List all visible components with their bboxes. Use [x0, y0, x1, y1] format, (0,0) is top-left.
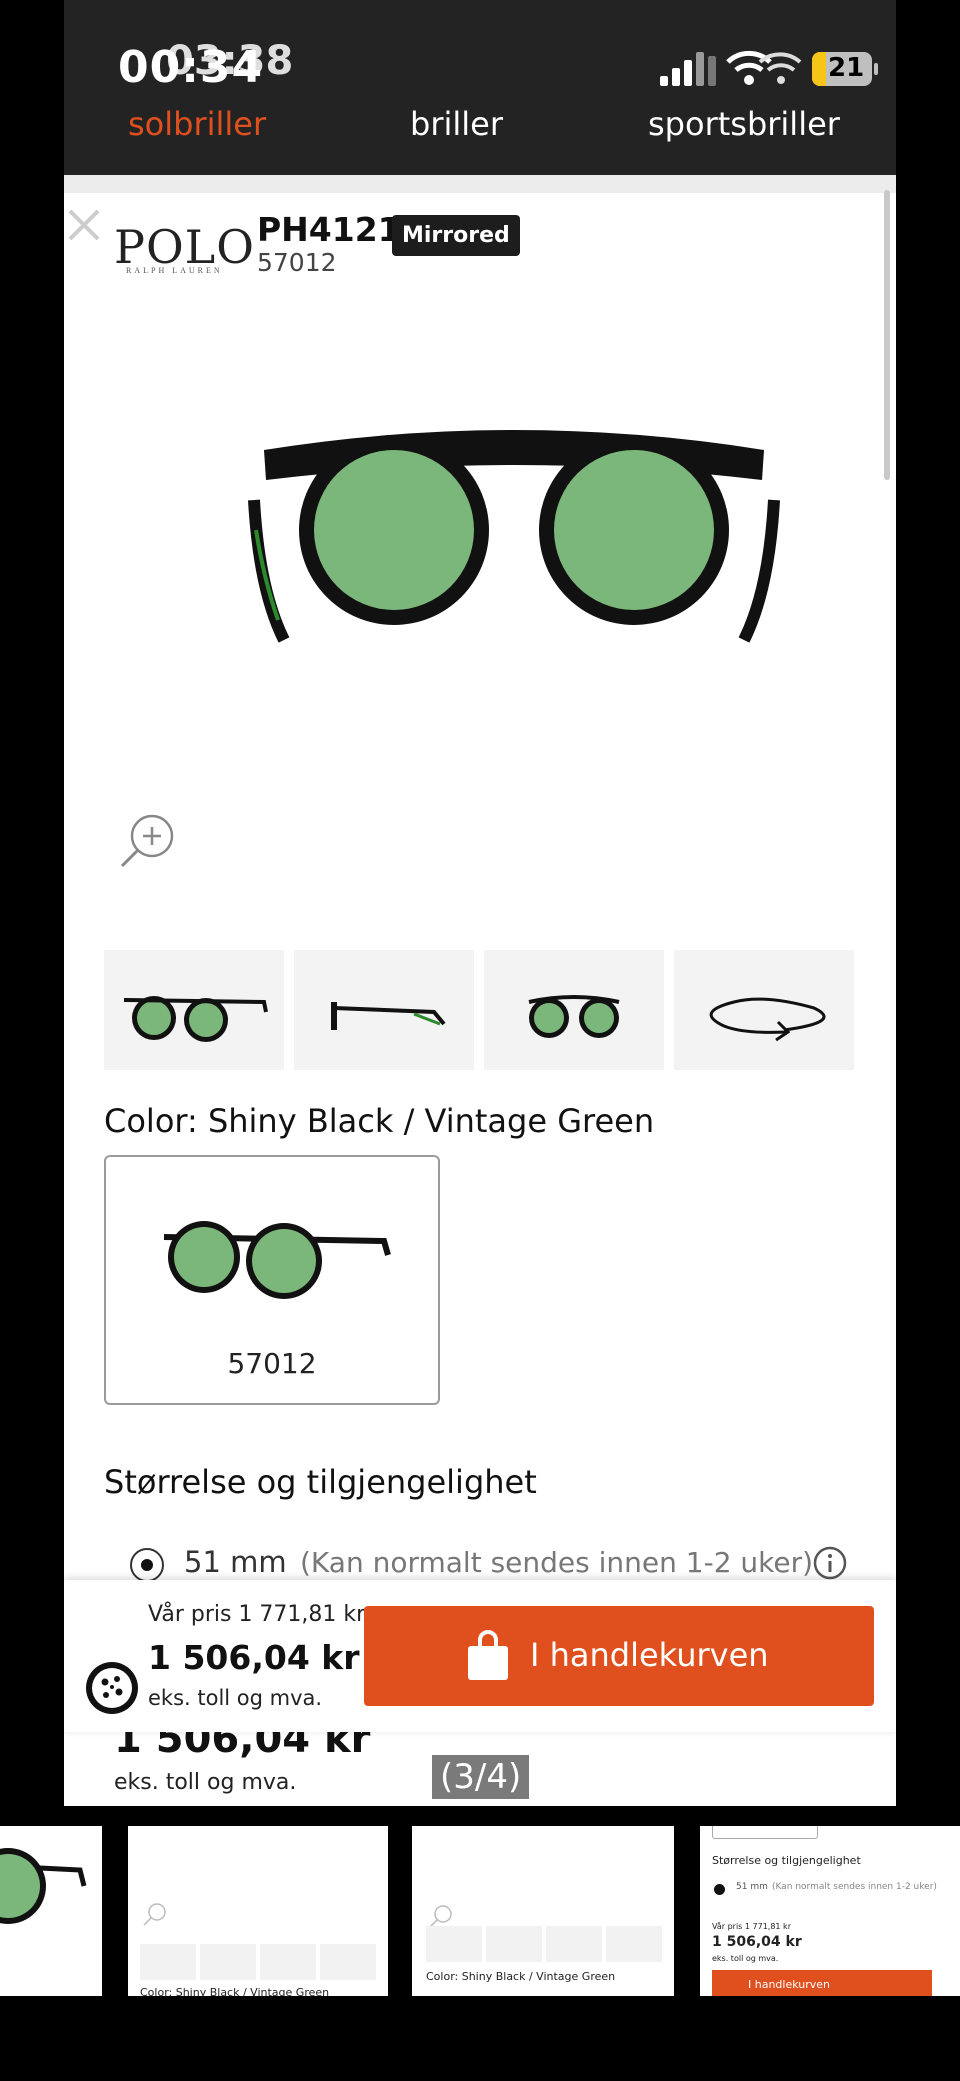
- glasses-front-icon: [528, 995, 620, 1038]
- add-to-cart-label: I handlekurven: [530, 1636, 769, 1674]
- thumbnail-side[interactable]: [294, 950, 474, 1070]
- image-counter: (3/4): [432, 1755, 530, 1799]
- battery-indicator: 21: [812, 52, 872, 86]
- thumbnail-360[interactable]: [674, 950, 854, 1070]
- thumbnail-front-angle[interactable]: [104, 950, 284, 1070]
- rotate-360-icon: [709, 997, 826, 1042]
- tab-solbriller[interactable]: solbriller: [128, 105, 266, 143]
- size-radio[interactable]: [130, 1548, 164, 1582]
- cookie-icon[interactable]: [86, 1662, 138, 1714]
- preview-price: 1 506,04 kr: [712, 1934, 802, 1950]
- status-bar: 00:34 03:38 21 solbriller briller sports…: [64, 0, 896, 175]
- battery-tip: [874, 63, 878, 75]
- preview-thumb-1[interactable]: [0, 1826, 102, 1996]
- signal-icon: [660, 52, 716, 86]
- preview-our-price: Vår pris 1 771,81 kr: [712, 1922, 791, 1931]
- preview-zoom-icon: [143, 1903, 166, 1926]
- preview-glasses-icon: [0, 1848, 87, 1924]
- product-code: 57012: [257, 248, 337, 277]
- size-heading: Størrelse og tilgjengelighet: [104, 1463, 537, 1501]
- sale-price: 1 506,04 kr: [148, 1638, 360, 1677]
- preview-size-heading: Størrelse og tilgjengelighet: [712, 1854, 861, 1867]
- preview-cart-button: I handlekurven: [712, 1970, 932, 1996]
- glasses-side-icon: [331, 1002, 446, 1030]
- preview-thumb-4[interactable]: Størrelse og tilgjengelighet 51 mm (Kan …: [700, 1826, 960, 1996]
- tab-briller[interactable]: briller: [410, 105, 503, 143]
- preview-color-label: Color: Shiny Black / Vintage Green: [140, 1986, 330, 1996]
- status-time-overlay: 03:38: [166, 38, 294, 84]
- availability-note: (Kan normalt sendes innen 1-2 uker): [300, 1546, 814, 1579]
- price-note: eks. toll og mva.: [148, 1686, 323, 1710]
- info-icon[interactable]: [812, 1545, 848, 1581]
- preview-thumb-3[interactable]: Color: Shiny Black / Vintage Green: [412, 1826, 674, 1996]
- add-to-cart-button[interactable]: I handlekurven: [364, 1606, 874, 1706]
- glasses-thumb-icon: [123, 996, 268, 1042]
- zoom-in-icon[interactable]: [118, 812, 178, 872]
- price-note-underlay: eks. toll og mva.: [114, 1770, 297, 1795]
- swatch-glasses-icon: [163, 1221, 391, 1299]
- scrollbar[interactable]: [884, 190, 890, 480]
- category-nav: solbriller briller sportsbriller: [64, 105, 896, 145]
- tab-sportsbriller[interactable]: sportsbriller: [648, 105, 840, 143]
- preview-price-note: eks. toll og mva.: [712, 1954, 779, 1963]
- preview-size-value: 51 mm: [736, 1882, 768, 1892]
- color-label: Color: Shiny Black / Vintage Green: [104, 1102, 655, 1140]
- mirrored-badge: Mirrored: [392, 215, 520, 256]
- preview-size-note: (Kan normalt sendes innen 1-2 uker): [772, 1882, 937, 1892]
- regular-price: Vår pris 1 771,81 kr: [148, 1602, 366, 1627]
- swatch-code: 57012: [227, 1347, 317, 1380]
- color-swatch[interactable]: 57012: [104, 1155, 440, 1405]
- preview-color-label-2: Color: Shiny Black / Vintage Green: [426, 1970, 616, 1983]
- app-screen: 00:34 03:38 21 solbriller briller sports…: [64, 0, 896, 1806]
- size-value: 51 mm: [184, 1545, 287, 1579]
- brand-logo-subtitle: RALPH LAUREN: [126, 266, 223, 275]
- product-image[interactable]: [244, 420, 784, 660]
- preview-thumb-2[interactable]: Color: Shiny Black / Vintage Green: [128, 1826, 388, 1996]
- page-background: [64, 175, 896, 193]
- product-model: PH4121: [257, 210, 401, 249]
- wifi-icon: [726, 50, 802, 85]
- shopping-bag-icon: [468, 1630, 508, 1680]
- close-icon[interactable]: [64, 205, 104, 245]
- thumbnail-front[interactable]: [484, 950, 664, 1070]
